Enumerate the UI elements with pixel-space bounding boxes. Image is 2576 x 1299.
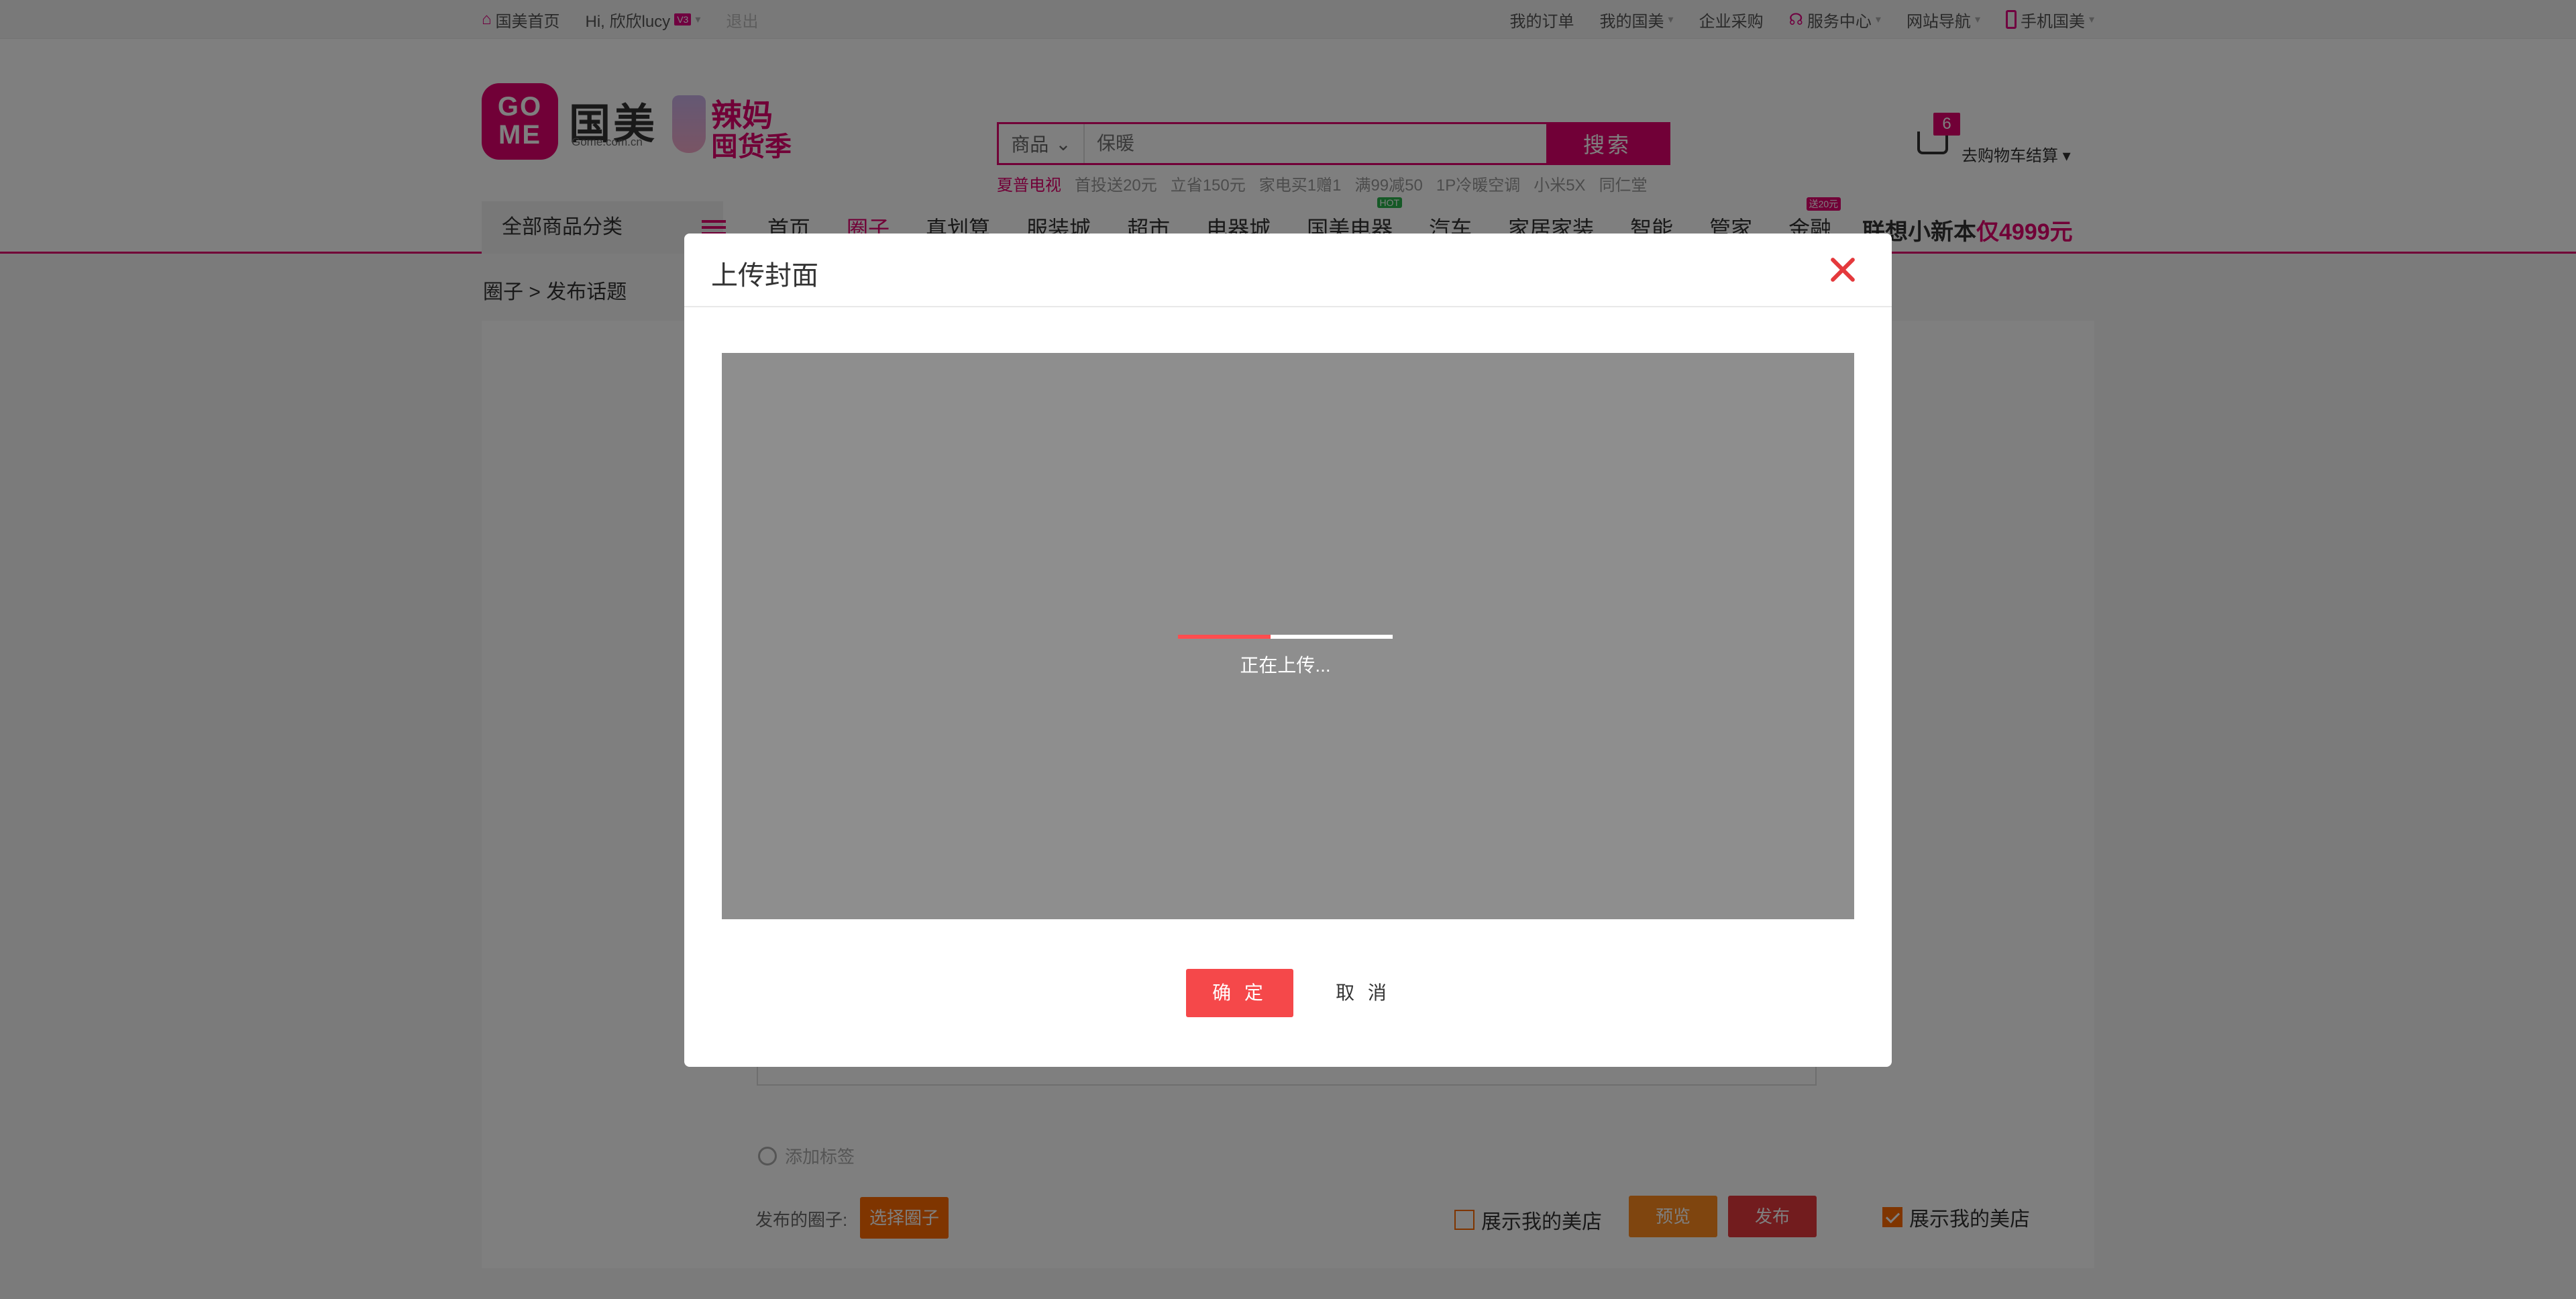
confirm-button[interactable]: 确 定 xyxy=(1186,969,1293,1017)
cancel-button[interactable]: 取 消 xyxy=(1309,969,1417,1017)
upload-progress-bar xyxy=(1178,635,1393,639)
dialog-header: 上传封面 xyxy=(684,233,1892,307)
close-icon[interactable] xyxy=(1822,250,1862,290)
upload-status-text: 正在上传... xyxy=(1240,655,1331,676)
upload-progress-fill xyxy=(1178,635,1271,639)
image-preview-area: 正在上传... xyxy=(722,353,1854,919)
dialog-title: 上传封面 xyxy=(711,261,818,291)
upload-cover-dialog: 上传封面 正在上传... 确 定 取 消 xyxy=(684,233,1892,1067)
